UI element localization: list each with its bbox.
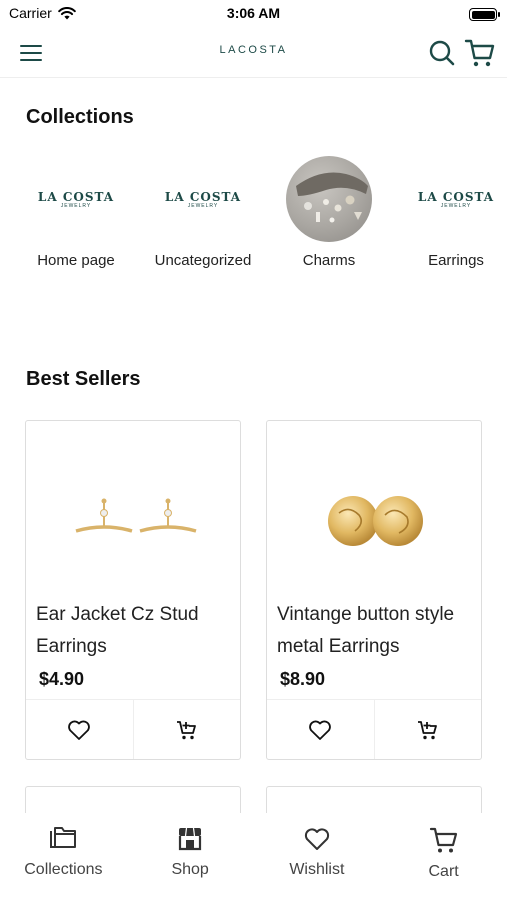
collections-icon (50, 827, 77, 848)
collection-thumbnail: LA COSTA JEWELRY (164, 189, 242, 209)
heart-icon (68, 720, 91, 740)
next-products-row (25, 786, 483, 816)
collection-label: Home page (37, 252, 115, 269)
tab-bar: Collections Shop Wishlist Cart (0, 813, 507, 900)
product-actions (267, 699, 481, 759)
product-name[interactable]: Ear Jacket Cz Stud Earrings (36, 599, 236, 663)
cart-icon[interactable] (463, 36, 497, 70)
product-image[interactable] (277, 431, 473, 601)
collection-charms[interactable]: Charms (269, 156, 389, 269)
button-earrings-image (328, 496, 423, 546)
product-image[interactable] (36, 431, 232, 601)
wishlist-button[interactable] (26, 700, 133, 759)
best-sellers-title: Best Sellers (26, 368, 141, 390)
collection-home-page[interactable]: LA COSTA JEWELRY Home page (16, 156, 136, 270)
cart-icon (429, 827, 457, 853)
tab-wishlist[interactable]: Wishlist (254, 813, 381, 900)
search-icon[interactable] (427, 38, 457, 68)
product-card[interactable]: Ear Jacket Cz Stud Earrings $4.90 (25, 420, 241, 760)
product-card[interactable]: Vintange button style metal Earrings $8.… (266, 420, 482, 760)
la-costa-logo: LA COSTA (164, 189, 242, 204)
heart-icon (304, 828, 329, 850)
product-card[interactable] (266, 786, 482, 816)
tab-collections[interactable]: Collections (0, 813, 127, 900)
collection-thumbnail: LA COSTA JEWELRY (37, 189, 115, 209)
product-actions (26, 699, 240, 759)
collection-label: Charms (302, 252, 356, 269)
heart-icon (309, 720, 332, 740)
ear-jacket-earrings-image (75, 498, 197, 533)
tab-shop[interactable]: Shop (127, 813, 254, 900)
add-to-cart-icon (176, 720, 196, 739)
collection-thumbnail: LA COSTA JEWELRY (417, 189, 495, 209)
add-to-cart-icon (417, 720, 437, 739)
collections-title: Collections (26, 106, 134, 128)
nav-bar: LACOSTA (0, 30, 507, 78)
product-price: $4.90 (39, 669, 85, 689)
la-costa-logo: LA COSTA (417, 189, 495, 204)
wishlist-button[interactable] (267, 700, 374, 759)
collection-uncategorized[interactable]: LA COSTA JEWELRY Uncategorized (143, 156, 263, 270)
la-costa-logo: LA COSTA (37, 189, 115, 204)
product-name[interactable]: Vintange button style metal Earrings (277, 599, 477, 663)
product-card[interactable] (25, 786, 241, 816)
battery-icon (469, 8, 500, 21)
tab-cart[interactable]: Cart (380, 813, 507, 900)
tab-label: Shop (171, 861, 209, 878)
tab-label: Collections (24, 861, 103, 878)
tab-label: Cart (428, 863, 459, 880)
collection-label: Earrings (428, 252, 484, 269)
tab-label: Wishlist (289, 861, 345, 878)
charms-image (296, 172, 368, 223)
status-time: 3:06 AM (226, 5, 281, 21)
product-price: $8.90 (280, 669, 326, 689)
collection-label: Uncategorized (154, 252, 252, 269)
add-to-cart-button[interactable] (132, 700, 241, 759)
collection-earrings[interactable]: LA COSTA JEWELRY Earrings (396, 156, 507, 270)
shop-icon (179, 827, 202, 851)
status-bar: Carrier 3:06 AM (0, 0, 507, 30)
collections-carousel[interactable]: LA COSTA JEWELRY Home page LA COSTA JEWE… (0, 156, 507, 276)
add-to-cart-button[interactable] (373, 700, 482, 759)
charms-photo (286, 156, 372, 242)
